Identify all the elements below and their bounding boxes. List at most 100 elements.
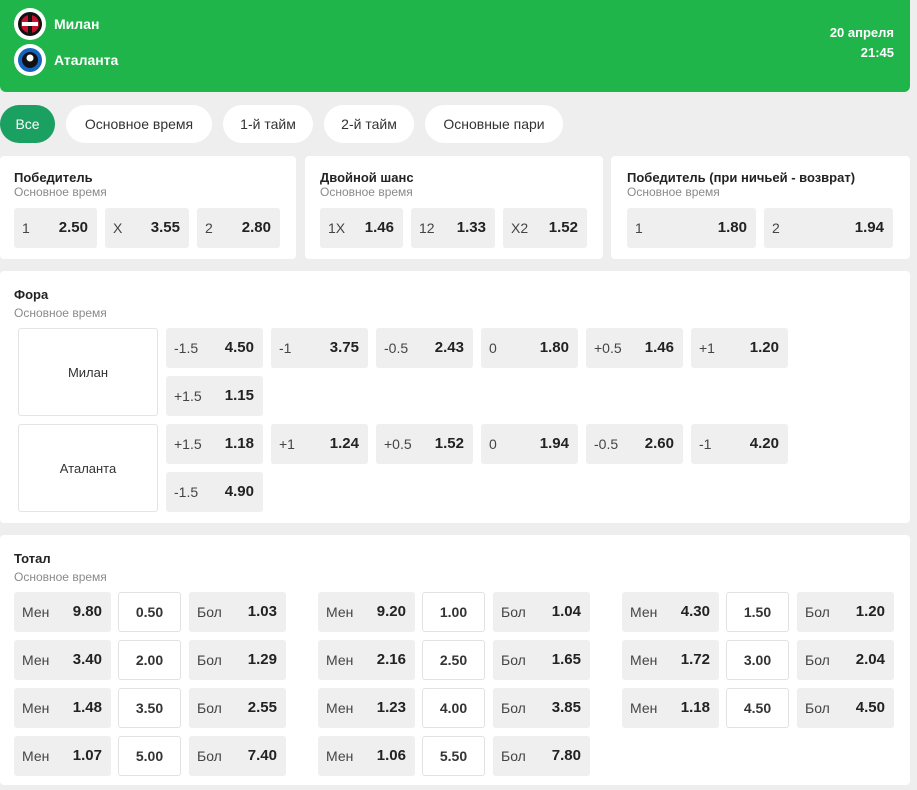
odd-button[interactable]: Бол 2.55 <box>189 688 286 728</box>
odd-button[interactable]: -1 4.20 <box>691 424 788 464</box>
odd-button[interactable]: -1.5 4.50 <box>166 328 263 368</box>
odd-button[interactable]: Мен 2.16 <box>318 640 415 680</box>
odd-button[interactable]: -1 3.75 <box>271 328 368 368</box>
odd-button[interactable]: Мен 4.30 <box>622 592 719 632</box>
odd-button[interactable]: Бол 2.04 <box>797 640 894 680</box>
total-line: 0.50 <box>118 592 181 632</box>
odd-button[interactable]: -0.5 2.43 <box>376 328 473 368</box>
odd-button[interactable]: X 3.55 <box>105 208 189 248</box>
odd-button[interactable]: Мен 1.23 <box>318 688 415 728</box>
odd-value: 3.40 <box>72 651 102 668</box>
tab-first-half[interactable]: 1-й тайм <box>223 105 313 143</box>
handicap-team-atalanta: Аталанта <box>18 424 158 512</box>
odd-value: 1.94 <box>539 435 569 452</box>
odd-label: Мен <box>630 652 658 668</box>
odd-button[interactable]: -0.5 2.60 <box>586 424 683 464</box>
total-line: 2.50 <box>422 640 485 680</box>
odd-button[interactable]: 0 1.94 <box>481 424 578 464</box>
odd-button[interactable]: +1 1.20 <box>691 328 788 368</box>
odd-button[interactable]: +1 1.24 <box>271 424 368 464</box>
match-time: 21:45 <box>860 45 894 60</box>
odd-button[interactable]: Мен 9.20 <box>318 592 415 632</box>
odd-value: 1.65 <box>551 651 581 668</box>
odd-button[interactable]: -1.5 4.90 <box>166 472 263 512</box>
odd-button[interactable]: Бол 4.50 <box>797 688 894 728</box>
odd-label: Бол <box>805 604 830 620</box>
odd-button[interactable]: Бол 7.80 <box>493 736 590 776</box>
market-title: Победитель (при ничьей - возврат) <box>627 170 856 185</box>
odd-label: 0 <box>489 340 497 356</box>
odd-label: Бол <box>501 700 526 716</box>
odd-button[interactable]: Бол 1.20 <box>797 592 894 632</box>
total-line: 4.00 <box>422 688 485 728</box>
odd-label: +0.5 <box>594 340 622 356</box>
odd-button[interactable]: Бол 3.85 <box>493 688 590 728</box>
odd-value: 1.80 <box>539 339 569 356</box>
odd-button[interactable]: 12 1.33 <box>411 208 495 248</box>
odd-label: Бол <box>501 604 526 620</box>
odd-value: 4.30 <box>680 603 710 620</box>
odd-button[interactable]: Мен 1.48 <box>14 688 111 728</box>
odd-button[interactable]: +0.5 1.46 <box>586 328 683 368</box>
odd-button[interactable]: 1X 1.46 <box>320 208 403 248</box>
odd-button[interactable]: 2 2.80 <box>197 208 280 248</box>
odd-button[interactable]: +1.5 1.15 <box>166 376 263 416</box>
odd-button[interactable]: 1 2.50 <box>14 208 97 248</box>
odd-value: 1.29 <box>247 651 277 668</box>
market-subtitle: Основное время <box>14 185 107 199</box>
odd-button[interactable]: Бол 1.04 <box>493 592 590 632</box>
odd-button[interactable]: 1 1.80 <box>627 208 756 248</box>
odd-label: 12 <box>419 220 435 236</box>
odd-value: 2.55 <box>247 699 277 716</box>
odd-label: 1X <box>328 220 346 236</box>
odd-button[interactable]: 0 1.80 <box>481 328 578 368</box>
odd-value: 2.80 <box>241 219 271 236</box>
odd-button[interactable]: Бол 1.29 <box>189 640 286 680</box>
odd-label: +0.5 <box>384 436 412 452</box>
odd-value: 7.40 <box>247 747 277 764</box>
odd-label: Бол <box>197 748 222 764</box>
market-title: Победитель <box>14 170 93 185</box>
odd-button[interactable]: Мен 3.40 <box>14 640 111 680</box>
odd-value: 1.72 <box>680 651 710 668</box>
odd-value: 2.43 <box>434 339 464 356</box>
odd-button[interactable]: 2 1.94 <box>764 208 893 248</box>
market-subtitle: Основное время <box>627 185 720 199</box>
odd-label: -1.5 <box>174 484 199 500</box>
odd-label: 2 <box>772 220 780 236</box>
odd-label: +1.5 <box>174 388 202 404</box>
total-line: 1.50 <box>726 592 789 632</box>
odd-value: 1.46 <box>364 219 394 236</box>
odd-button[interactable]: Мен 1.18 <box>622 688 719 728</box>
odd-button[interactable]: +0.5 1.52 <box>376 424 473 464</box>
odd-value: 2.60 <box>644 435 674 452</box>
odd-button[interactable]: +1.5 1.18 <box>166 424 263 464</box>
odd-value: 4.50 <box>855 699 885 716</box>
odd-label: Мен <box>22 748 50 764</box>
odd-label: Мен <box>326 604 354 620</box>
tab-second-half[interactable]: 2-й тайм <box>324 105 414 143</box>
odd-button[interactable]: Мен 1.72 <box>622 640 719 680</box>
tab-main-bets[interactable]: Основные пари <box>425 105 563 143</box>
tab-all[interactable]: Все <box>0 105 55 143</box>
odd-button[interactable]: Бол 7.40 <box>189 736 286 776</box>
odd-button[interactable]: Бол 1.03 <box>189 592 286 632</box>
away-team: Аталанта <box>14 44 118 76</box>
odd-label: Бол <box>805 652 830 668</box>
odd-label: Бол <box>501 652 526 668</box>
odd-button[interactable]: X2 1.52 <box>503 208 587 248</box>
odd-button[interactable]: Мен 1.07 <box>14 736 111 776</box>
odd-button[interactable]: Мен 1.06 <box>318 736 415 776</box>
total-line: 4.50 <box>726 688 789 728</box>
odd-value: 1.03 <box>247 603 277 620</box>
total-line: 3.00 <box>726 640 789 680</box>
odd-button[interactable]: Мен 9.80 <box>14 592 111 632</box>
odd-value: 3.85 <box>551 699 581 716</box>
odd-label: Бол <box>197 700 222 716</box>
odd-label: -0.5 <box>594 436 619 452</box>
odd-button[interactable]: Бол 1.65 <box>493 640 590 680</box>
tab-main-time[interactable]: Основное время <box>66 105 212 143</box>
double-chance-market: Двойной шанс Основное время 1X 1.46 12 1.3… <box>305 156 603 259</box>
market-subtitle: Основное время <box>320 185 413 199</box>
total-line: 1.00 <box>422 592 485 632</box>
